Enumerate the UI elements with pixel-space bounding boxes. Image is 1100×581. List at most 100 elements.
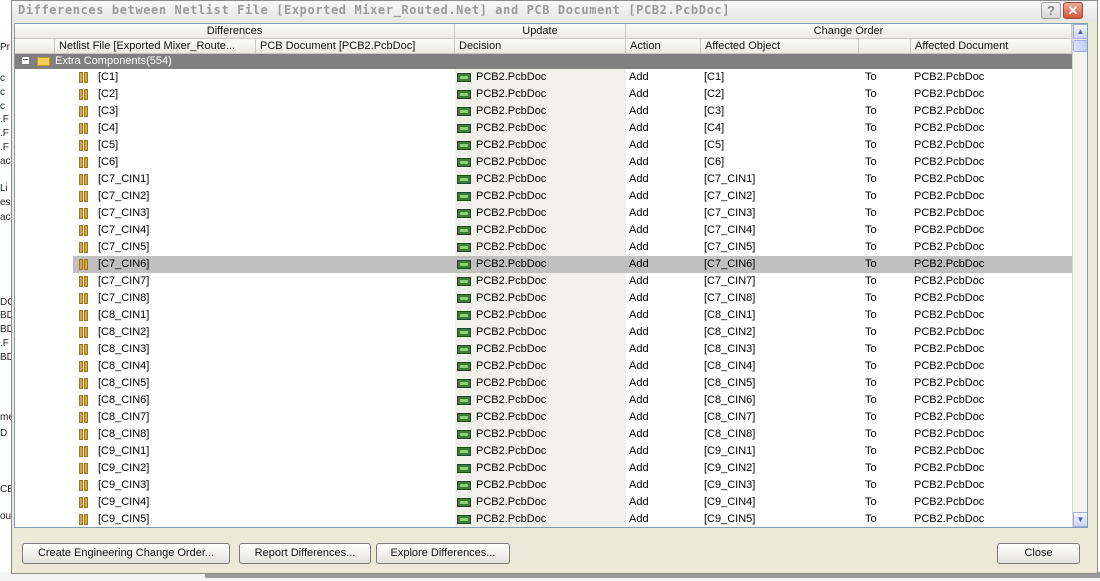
table-row[interactable]: [C7_CIN2] PCB2.PcbDoc Add [C7_CIN2] To PCB2.P… [15,188,1072,205]
affected-object-cell: [C7_CIN8] [704,292,756,304]
decision-cell[interactable]: PCB2.PcbDoc [476,156,546,168]
decision-cell[interactable]: PCB2.PcbDoc [476,207,546,219]
table-row[interactable]: [C7_CIN4] PCB2.PcbDoc Add [C7_CIN4] To PCB2.P… [15,222,1072,239]
header-pcb-column[interactable]: PCB Document [PCB2.PcbDoc] [256,39,455,53]
affected-object-cell: [C7_CIN6] [704,258,756,270]
report-differences-button[interactable]: Report Differences... [239,543,371,564]
to-cell: To [865,156,877,168]
table-row[interactable]: [C8_CIN1] PCB2.PcbDoc Add [C8_CIN1] To PCB2.P… [15,307,1072,324]
table-row[interactable]: [C9_CIN1] PCB2.PcbDoc Add [C9_CIN1] To PCB2.P… [15,443,1072,460]
table-row[interactable]: [C1] PCB2.PcbDoc Add [C1] To PCB2.PcbDoc [15,69,1072,86]
vertical-scrollbar[interactable]: ▲ ▼ [1072,24,1087,527]
action-cell: Add [629,292,649,304]
background-text-fragment: .F [0,142,9,153]
decision-cell[interactable]: PCB2.PcbDoc [476,394,546,406]
scroll-down-button[interactable]: ▼ [1073,512,1087,527]
decision-cell[interactable]: PCB2.PcbDoc [476,241,546,253]
decision-cell[interactable]: PCB2.PcbDoc [476,462,546,474]
table-row[interactable]: [C7_CIN8] PCB2.PcbDoc Add [C7_CIN8] To PCB2.P… [15,290,1072,307]
decision-cell[interactable]: PCB2.PcbDoc [476,275,546,287]
header-update[interactable]: Update [455,24,626,38]
table-row[interactable]: [C3] PCB2.PcbDoc Add [C3] To PCB2.PcbDoc [15,103,1072,120]
affected-document-cell: PCB2.PcbDoc [914,513,985,525]
header-netlist-column[interactable]: Netlist File [Exported Mixer_Route... [55,39,256,53]
decision-cell[interactable]: PCB2.PcbDoc [476,292,546,304]
table-row[interactable]: [C8_CIN2] PCB2.PcbDoc Add [C8_CIN2] To PCB2.P… [15,324,1072,341]
table-row[interactable]: [C9_CIN2] PCB2.PcbDoc Add [C9_CIN2] To PCB2.P… [15,460,1072,477]
header-change-order[interactable]: Change Order [626,24,1072,38]
component-icon [79,89,89,100]
to-cell: To [865,462,877,474]
decision-cell[interactable]: PCB2.PcbDoc [476,496,546,508]
decision-cell[interactable]: PCB2.PcbDoc [476,224,546,236]
decision-cell[interactable]: PCB2.PcbDoc [476,445,546,457]
window-close-button[interactable]: ✕ [1063,2,1083,19]
table-row[interactable]: [C8_CIN6] PCB2.PcbDoc Add [C8_CIN6] To PCB2.P… [15,392,1072,409]
header-action-column[interactable]: Action [626,39,701,53]
scroll-up-button[interactable]: ▲ [1073,24,1087,39]
decision-cell[interactable]: PCB2.PcbDoc [476,105,546,117]
decision-cell[interactable]: PCB2.PcbDoc [476,411,546,423]
scroll-thumb[interactable] [1073,40,1087,52]
table-row[interactable]: [C2] PCB2.PcbDoc Add [C2] To PCB2.PcbDoc [15,86,1072,103]
table-row[interactable]: [C8_CIN8] PCB2.PcbDoc Add [C8_CIN8] To PCB2.P… [15,426,1072,443]
header-affected-document-column[interactable]: Affected Document [911,39,1072,53]
table-row[interactable]: [C7_CIN1] PCB2.PcbDoc Add [C7_CIN1] To PCB2.P… [15,171,1072,188]
affected-object-cell: [C7_CIN5] [704,241,756,253]
pcb-document-icon [457,226,471,235]
table-row[interactable]: [C9_CIN4] PCB2.PcbDoc Add [C9_CIN4] To PCB2.P… [15,494,1072,511]
explore-differences-button[interactable]: Explore Differences... [376,543,510,564]
create-eco-button[interactable]: Create Engineering Change Order... [22,543,230,564]
header-affected-object-column[interactable]: Affected Object [701,39,859,53]
differences-grid[interactable]: Differences Update Change Order Netlist … [14,23,1088,528]
background-text-fragment: Pr [0,42,10,53]
decision-cell[interactable]: PCB2.PcbDoc [476,326,546,338]
action-cell: Add [629,224,649,236]
decision-cell[interactable]: PCB2.PcbDoc [476,309,546,321]
decision-cell[interactable]: PCB2.PcbDoc [476,428,546,440]
decision-cell[interactable]: PCB2.PcbDoc [476,71,546,83]
action-cell: Add [629,479,649,491]
table-row[interactable]: [C7_CIN6] PCB2.PcbDoc Add [C7_CIN6] To PCB2.P… [15,256,1072,273]
table-row[interactable]: [C8_CIN5] PCB2.PcbDoc Add [C8_CIN5] To PCB2.P… [15,375,1072,392]
decision-cell[interactable]: PCB2.PcbDoc [476,88,546,100]
component-icon [79,242,89,253]
decision-cell[interactable]: PCB2.PcbDoc [476,377,546,389]
table-row[interactable]: [C9_CIN3] PCB2.PcbDoc Add [C9_CIN3] To PCB2.P… [15,477,1072,494]
affected-object-cell: [C8_CIN5] [704,377,756,389]
table-row[interactable]: [C5] PCB2.PcbDoc Add [C5] To PCB2.PcbDoc [15,137,1072,154]
decision-cell[interactable]: PCB2.PcbDoc [476,258,546,270]
to-cell: To [865,241,877,253]
table-row[interactable]: [C8_CIN4] PCB2.PcbDoc Add [C8_CIN4] To PCB2.P… [15,358,1072,375]
table-row[interactable]: [C4] PCB2.PcbDoc Add [C4] To PCB2.PcbDoc [15,120,1072,137]
table-row[interactable]: [C8_CIN7] PCB2.PcbDoc Add [C8_CIN7] To PCB2.P… [15,409,1072,426]
title-bar[interactable]: Differences between Netlist File [Export… [12,1,1097,21]
designator-cell: [C8_CIN1] [98,309,150,321]
pcb-document-icon [457,90,471,99]
affected-object-cell: [C7_CIN1] [704,173,756,185]
close-button[interactable]: Close [997,543,1080,564]
component-icon [79,446,89,457]
table-row[interactable]: [C8_CIN3] PCB2.PcbDoc Add [C8_CIN3] To PCB2.P… [15,341,1072,358]
group-row-extra-components[interactable]: − Extra Components(554) [15,54,1072,69]
decision-cell[interactable]: PCB2.PcbDoc [476,479,546,491]
header-decision-column[interactable]: Decision [455,39,626,53]
table-row[interactable]: [C6] PCB2.PcbDoc Add [C6] To PCB2.PcbDoc [15,154,1072,171]
decision-cell[interactable]: PCB2.PcbDoc [476,360,546,372]
decision-cell[interactable]: PCB2.PcbDoc [476,513,546,525]
collapse-toggle[interactable]: − [21,56,30,66]
table-row[interactable]: [C7_CIN7] PCB2.PcbDoc Add [C7_CIN7] To PCB2.P… [15,273,1072,290]
background-text-fragment: ac [0,212,11,223]
decision-cell[interactable]: PCB2.PcbDoc [476,122,546,134]
header-differences[interactable]: Differences [15,24,455,38]
decision-cell[interactable]: PCB2.PcbDoc [476,173,546,185]
affected-document-cell: PCB2.PcbDoc [914,479,985,491]
help-button[interactable]: ? [1041,2,1061,19]
decision-cell[interactable]: PCB2.PcbDoc [476,190,546,202]
table-row[interactable]: [C7_CIN3] PCB2.PcbDoc Add [C7_CIN3] To PCB2.P… [15,205,1072,222]
table-row[interactable]: [C7_CIN5] PCB2.PcbDoc Add [C7_CIN5] To PCB2.P… [15,239,1072,256]
decision-cell[interactable]: PCB2.PcbDoc [476,343,546,355]
decision-cell[interactable]: PCB2.PcbDoc [476,139,546,151]
table-row[interactable]: [C9_CIN5] PCB2.PcbDoc Add [C9_CIN5] To PCB2.P… [15,511,1072,527]
header-to-column[interactable] [859,39,911,53]
